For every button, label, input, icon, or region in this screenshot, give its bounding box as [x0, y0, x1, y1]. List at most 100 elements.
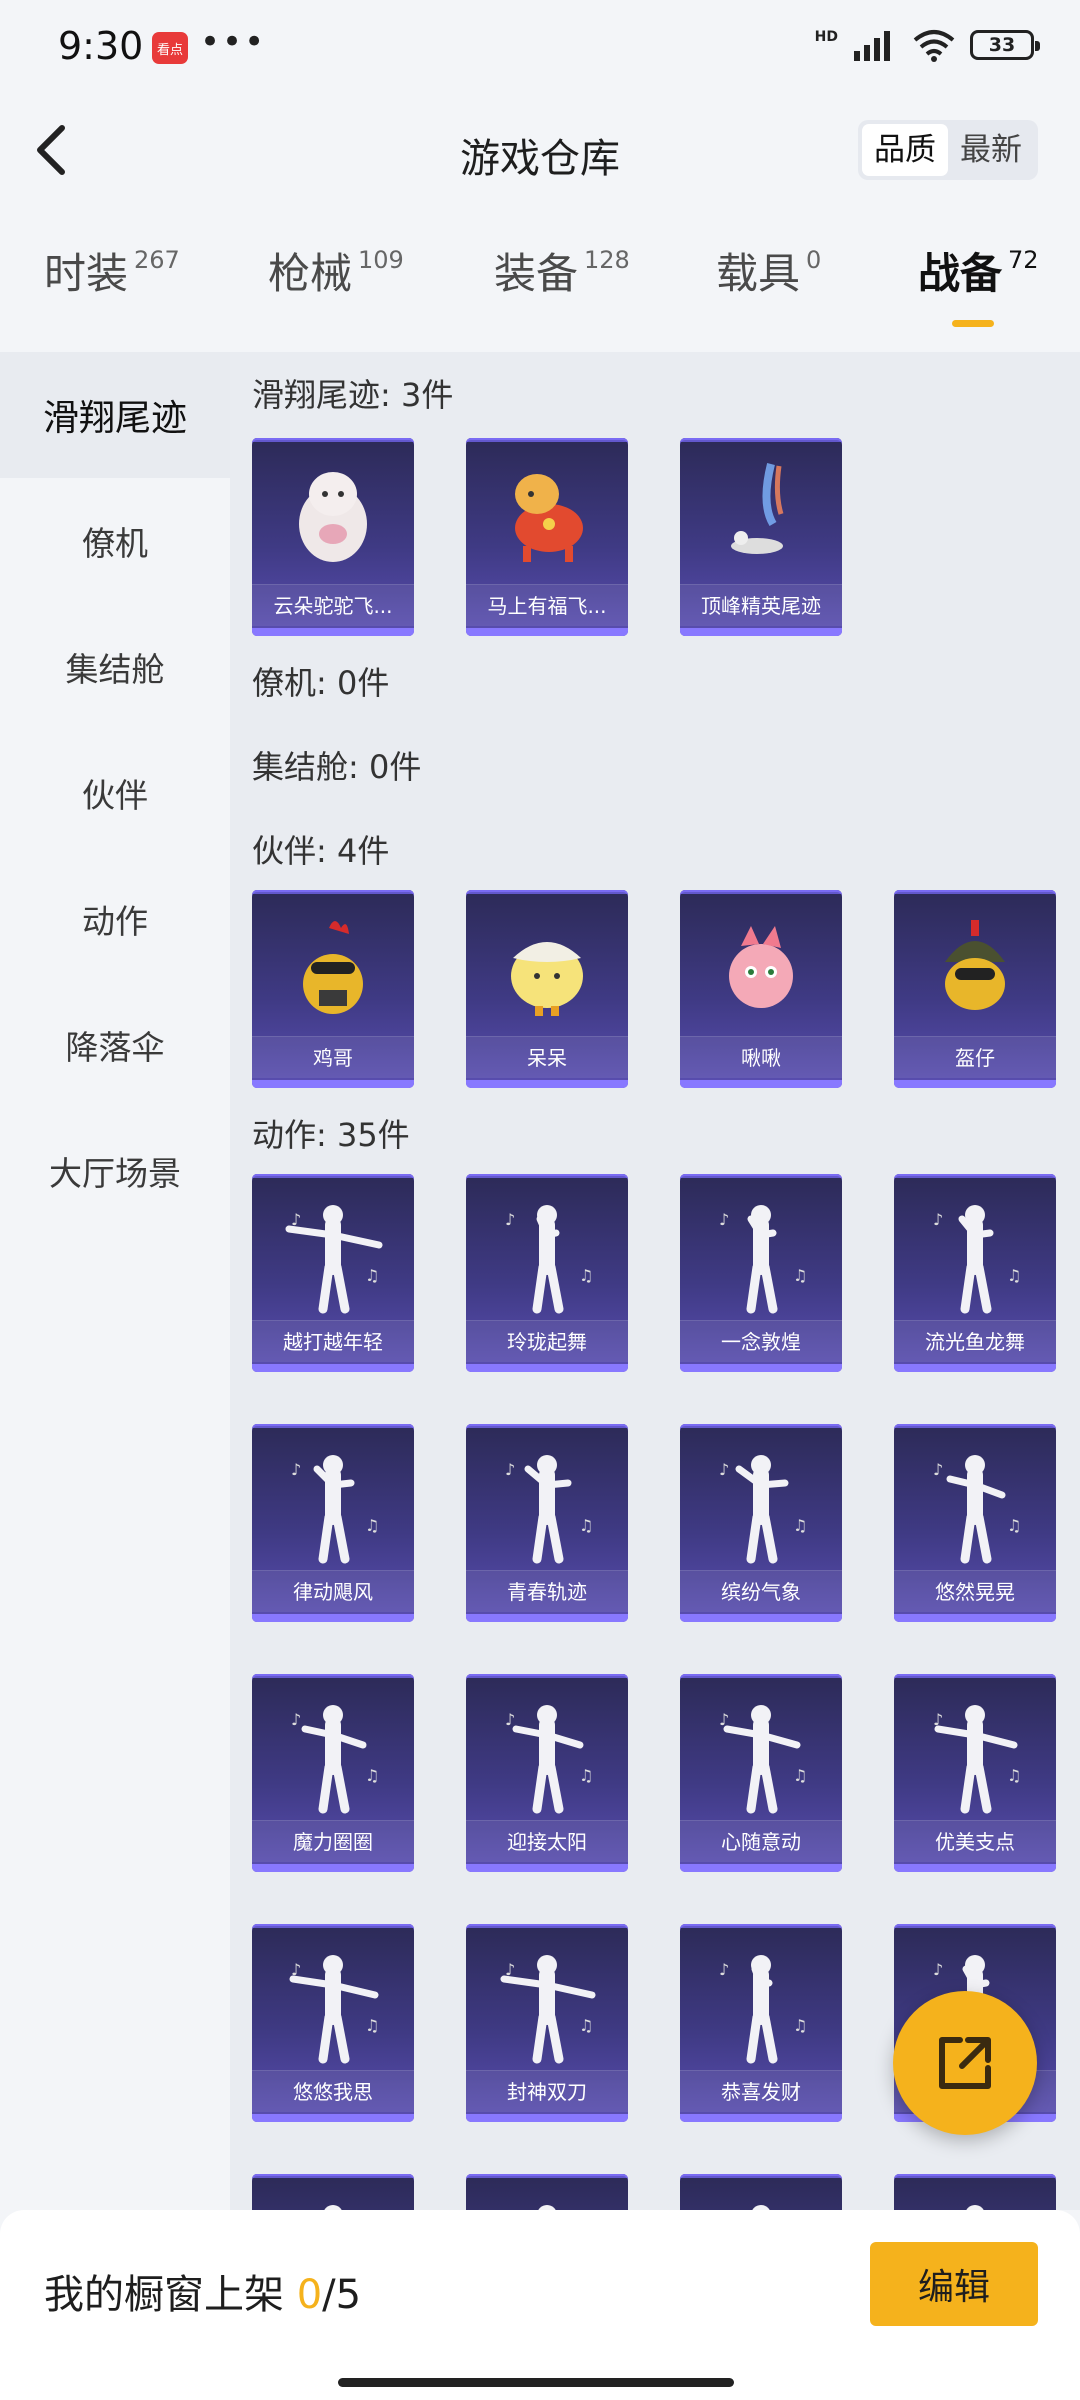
- item-card[interactable]: 呆呆: [466, 890, 628, 1088]
- svg-text:♫: ♫: [579, 1266, 593, 1285]
- sidebar-item-rally-pod[interactable]: 集结舱: [0, 604, 230, 730]
- share-icon: [939, 2037, 991, 2089]
- item-card[interactable]: ♪ ♫ 魔力圈圈: [252, 1674, 414, 1872]
- tab-vehicles[interactable]: 载具 0: [716, 240, 821, 301]
- card-rarity-bar: [252, 1864, 414, 1872]
- header: 游戏仓库 品质 最新: [0, 96, 1080, 206]
- showcase-label: 我的橱窗上架: [44, 2272, 284, 2318]
- card-rarity-bar: [466, 1614, 628, 1622]
- sort-by-latest[interactable]: 最新: [948, 124, 1034, 176]
- tab-label: 战备: [918, 249, 1003, 298]
- tab-battle-prep[interactable]: 战备 72: [918, 240, 1039, 301]
- item-card[interactable]: 盔仔: [894, 890, 1056, 1088]
- item-card[interactable]: 马上有福飞...: [466, 438, 628, 636]
- item-image: ♪♫: [894, 1180, 1056, 1320]
- item-card[interactable]: 鸡哥: [252, 890, 414, 1088]
- item-name: 心随意动: [680, 1820, 842, 1862]
- item-name: 盔仔: [894, 1036, 1056, 1078]
- signal-icon: [854, 31, 890, 61]
- item-image: ♪♫: [680, 1430, 842, 1570]
- sidebar-item-parachute[interactable]: 降落伞: [0, 982, 230, 1108]
- item-card[interactable]: ♪♫: [894, 2174, 1056, 2210]
- item-name: 呆呆: [466, 1036, 628, 1078]
- tab-fashion[interactable]: 时装 267: [44, 240, 180, 301]
- wifi-icon: [913, 30, 955, 62]
- item-name: 恭喜发财: [680, 2070, 842, 2112]
- item-name: 越打越年轻: [252, 1320, 414, 1362]
- item-image: [894, 896, 1056, 1036]
- item-image: ♪♫: [252, 1430, 414, 1570]
- sidebar-item-wingman[interactable]: 僚机: [0, 478, 230, 604]
- svg-text:♪: ♪: [933, 1210, 943, 1229]
- svg-text:♫: ♫: [793, 1266, 807, 1285]
- item-image: ♪♫: [252, 2180, 414, 2210]
- item-card[interactable]: ♪ ♫ 心随意动: [680, 1674, 842, 1872]
- item-image: [252, 896, 414, 1036]
- item-image: ♪♫: [252, 1180, 414, 1320]
- share-button[interactable]: [893, 1991, 1037, 2135]
- tab-label: 时装: [44, 249, 129, 298]
- item-name: 鸡哥: [252, 1036, 414, 1078]
- item-card[interactable]: ♪♫: [680, 2174, 842, 2210]
- item-card[interactable]: ♪ ♫ 迎接太阳: [466, 1674, 628, 1872]
- svg-text:♪: ♪: [933, 1960, 943, 1979]
- svg-text:♫: ♫: [365, 1266, 379, 1285]
- svg-text:♪: ♪: [291, 1460, 301, 1479]
- card-rarity-bar: [466, 1864, 628, 1872]
- item-name: 悠然晃晃: [894, 1570, 1056, 1612]
- item-card[interactable]: ♪ ♫ 封神双刀: [466, 1924, 628, 2122]
- item-image: [466, 444, 628, 584]
- item-card[interactable]: ♪ ♫ 缤纷气象: [680, 1424, 842, 1622]
- item-card[interactable]: 啾啾: [680, 890, 842, 1088]
- sidebar-item-lobby-scene[interactable]: 大厅场景: [0, 1108, 230, 1234]
- tab-guns[interactable]: 枪械 109: [268, 240, 404, 301]
- item-card[interactable]: ♪ ♫ 律动飓风: [252, 1424, 414, 1622]
- showcase-bar: 我的橱窗上架 0/5 编辑: [0, 2210, 1080, 2400]
- edit-button[interactable]: 编辑: [870, 2242, 1038, 2326]
- item-card[interactable]: ♪ ♫ 越打越年轻: [252, 1174, 414, 1372]
- item-name: 魔力圈圈: [252, 1820, 414, 1862]
- svg-text:♫: ♫: [365, 1516, 379, 1535]
- item-card[interactable]: ♪ ♫ 恭喜发财: [680, 1924, 842, 2122]
- sort-toggle: 品质 最新: [858, 120, 1038, 180]
- section-title-glide: 滑翔尾迹: 3件: [252, 376, 454, 414]
- sidebar-item-emote[interactable]: 动作: [0, 856, 230, 982]
- item-card[interactable]: ♪ ♫ 一念敦煌: [680, 1174, 842, 1372]
- card-rarity-bar: [466, 1080, 628, 1088]
- home-indicator[interactable]: [338, 2378, 734, 2387]
- item-card[interactable]: ♪ ♫ 悠悠我思: [252, 1924, 414, 2122]
- tab-gear[interactable]: 装备 128: [494, 240, 630, 301]
- item-card[interactable]: ♪ ♫ 悠然晃晃: [894, 1424, 1056, 1622]
- app-notification-icon: 看点: [152, 32, 188, 64]
- card-rarity-bar: [466, 2114, 628, 2122]
- card-rarity-bar: [252, 1364, 414, 1372]
- item-card[interactable]: 云朵驼驼飞...: [252, 438, 414, 636]
- showcase-current-count: 0: [296, 2272, 323, 2318]
- item-name: 缤纷气象: [680, 1570, 842, 1612]
- sort-by-quality[interactable]: 品质: [862, 124, 948, 176]
- card-rarity-bar: [466, 628, 628, 636]
- item-name: 一念敦煌: [680, 1320, 842, 1362]
- sidebar-item-glide-trail[interactable]: 滑翔尾迹: [0, 352, 230, 478]
- item-image: [466, 896, 628, 1036]
- svg-text:♫: ♫: [1007, 1266, 1021, 1285]
- item-card[interactable]: ♪♫: [466, 2174, 628, 2210]
- item-card[interactable]: ♪♫: [252, 2174, 414, 2210]
- svg-text:♪: ♪: [505, 1460, 515, 1479]
- item-image: ♪♫: [466, 1430, 628, 1570]
- item-image: ♪♫: [466, 1930, 628, 2070]
- item-card[interactable]: 顶峰精英尾迹: [680, 438, 842, 636]
- battery-icon: 33: [970, 30, 1040, 60]
- item-card[interactable]: ♪ ♫ 玲珑起舞: [466, 1174, 628, 1372]
- item-image: ♪♫: [466, 2180, 628, 2210]
- card-rarity-bar: [894, 1080, 1056, 1088]
- item-image: ♪♫: [680, 1180, 842, 1320]
- sidebar-item-partner[interactable]: 伙伴: [0, 730, 230, 856]
- item-card[interactable]: ♪ ♫ 优美支点: [894, 1674, 1056, 1872]
- card-rarity-bar: [894, 1364, 1056, 1372]
- item-card[interactable]: ♪ ♫ 流光鱼龙舞: [894, 1174, 1056, 1372]
- item-card[interactable]: ♪ ♫ 青春轨迹: [466, 1424, 628, 1622]
- section-title-pod: 集结舱: 0件: [252, 748, 422, 786]
- tab-count: 0: [806, 246, 822, 274]
- item-name: 悠悠我思: [252, 2070, 414, 2112]
